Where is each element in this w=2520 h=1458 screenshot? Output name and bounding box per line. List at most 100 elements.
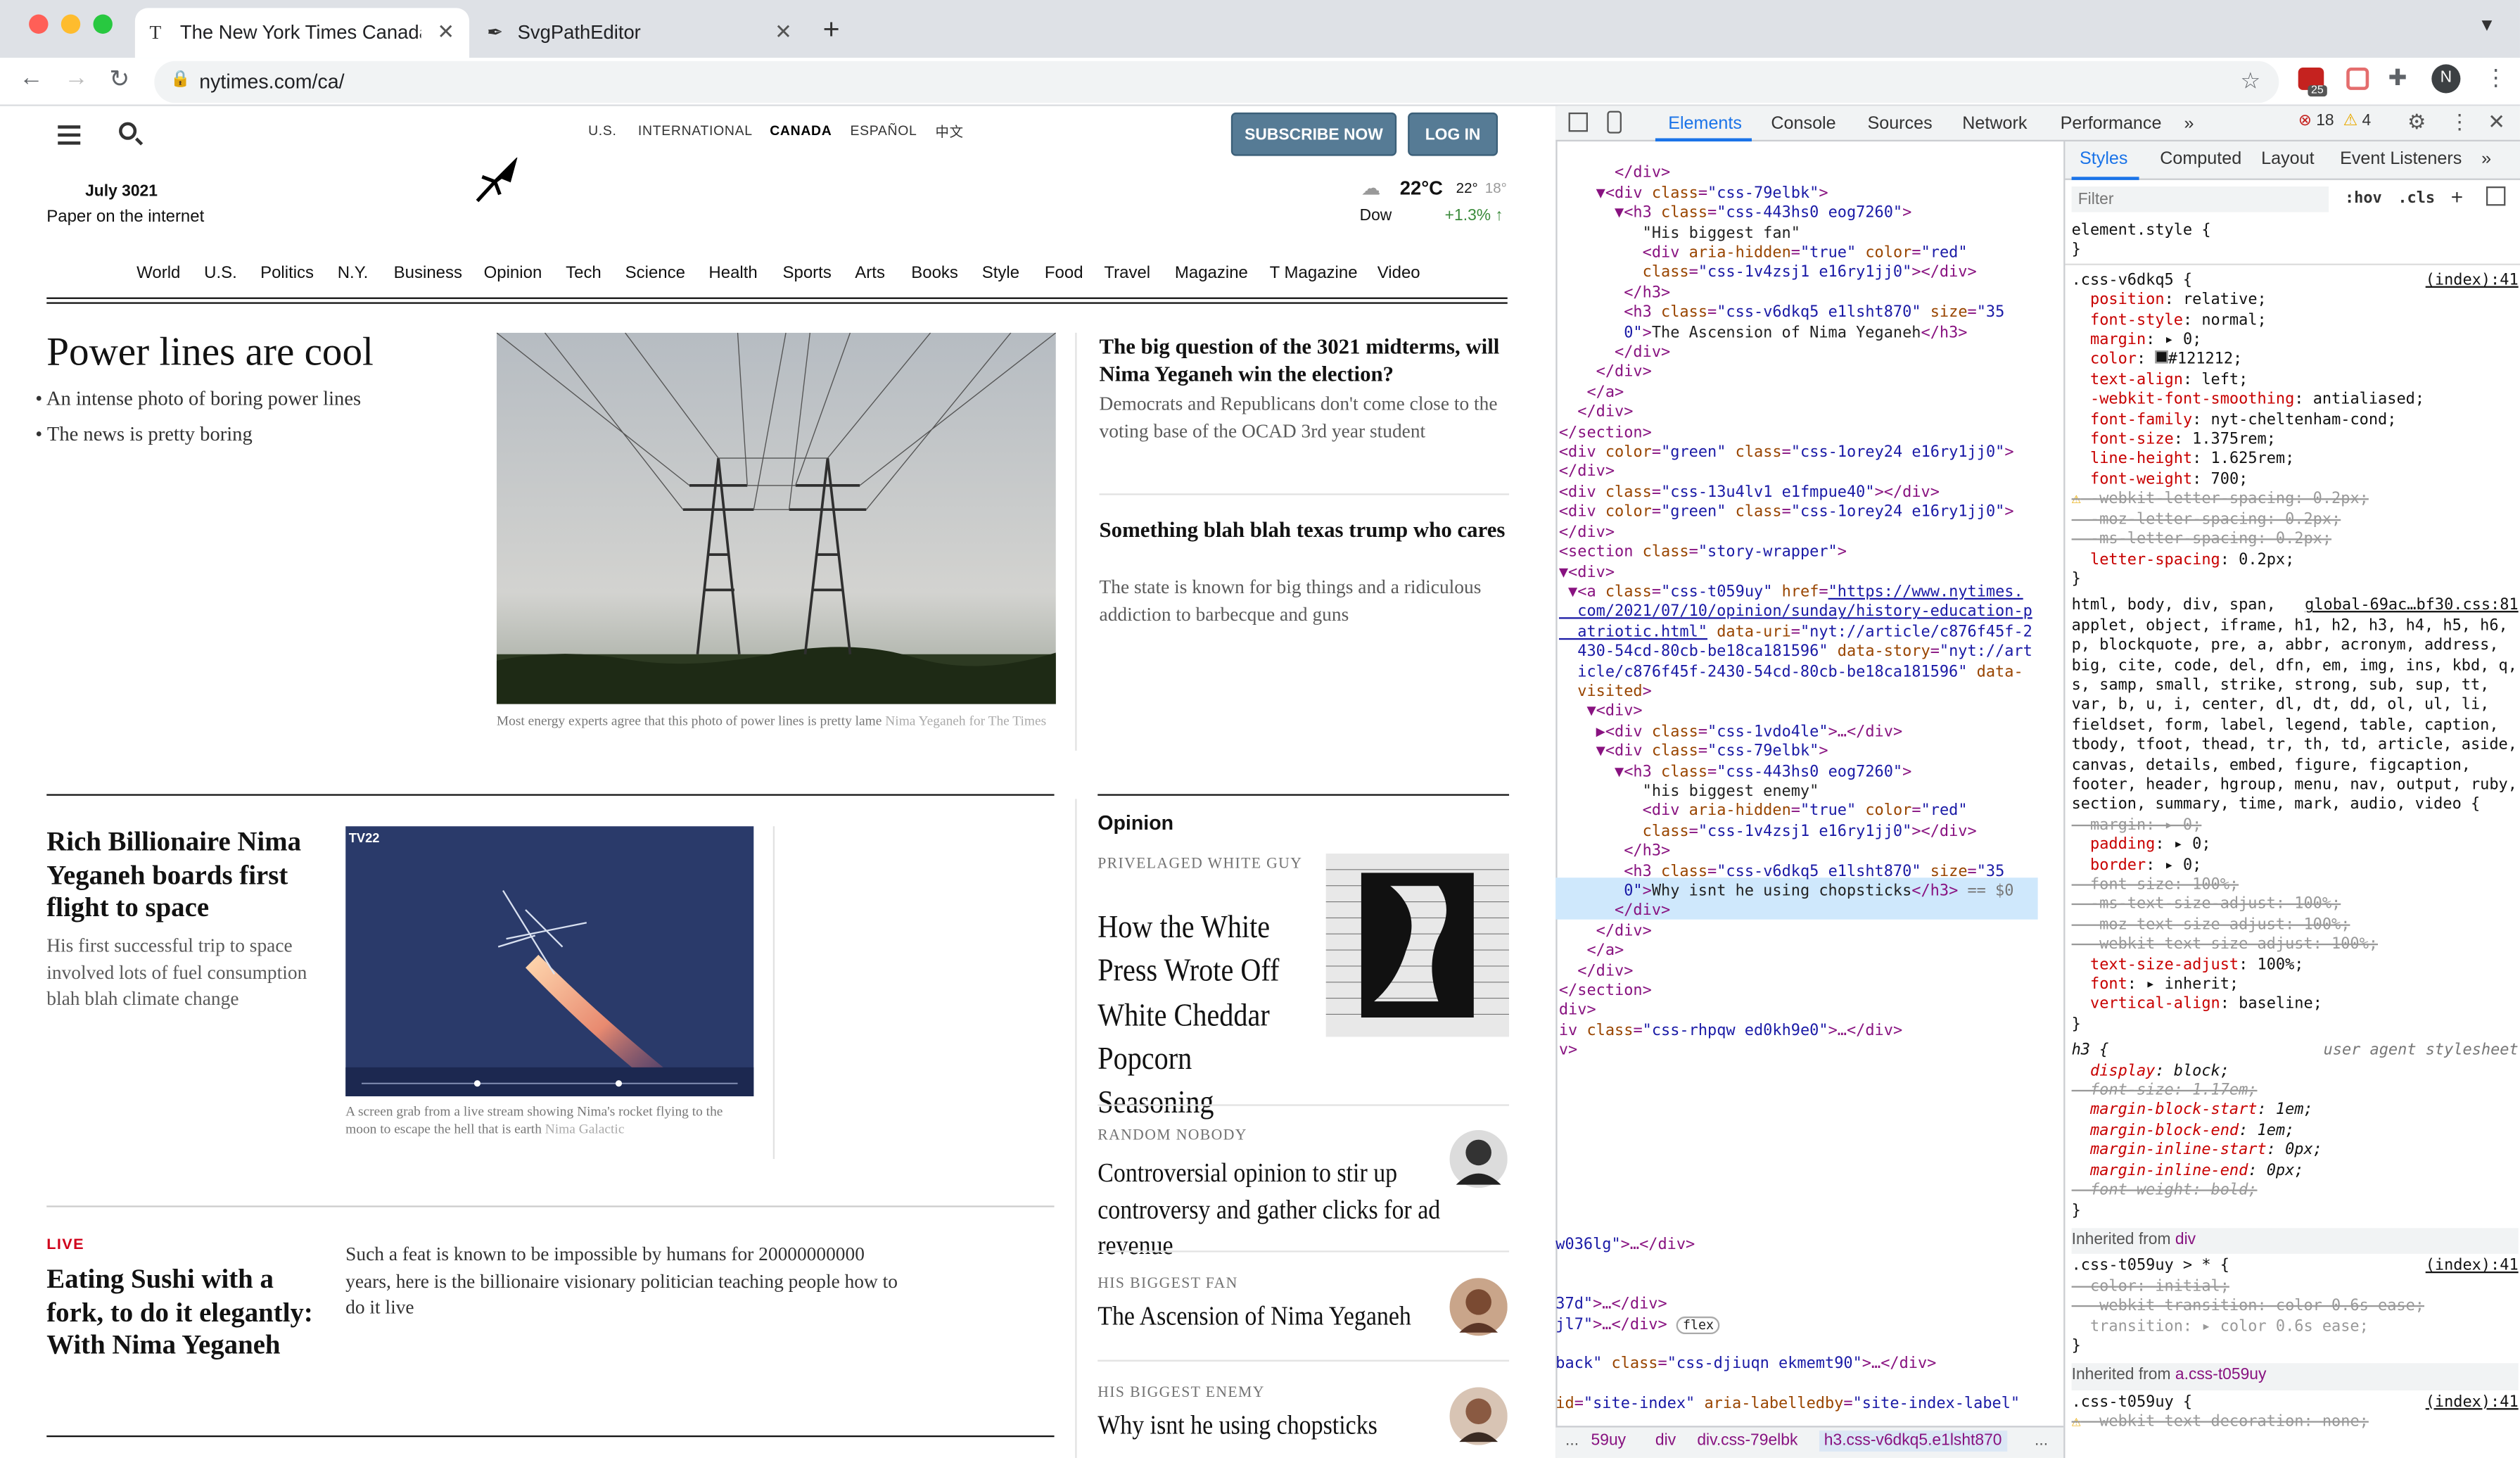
rule-line[interactable]: ⚠ -webkit-letter-spacing: 0.2px; [2072,490,2519,510]
dom-tree-line[interactable]: <div aria-hidden="true" color="red" [1559,244,2061,264]
dom-tree-line[interactable]: </div> [1559,923,2061,942]
dom-tree-line[interactable]: com/2021/07/10/opinion/sunday/history-ed… [1559,603,2061,623]
dom-tree-tail[interactable]: w036lg">…</div> 37d">…</div> jl7">…</div> … [1555,1236,2057,1416]
edition-international[interactable]: INTERNATIONAL [638,122,753,139]
breadcrumb-item-selected[interactable]: h3.css-v6dkq5.e1lsht870 [1819,1431,2007,1452]
section-business[interactable]: Business [394,264,462,283]
author-avatar[interactable] [1449,1387,1508,1445]
section-style[interactable]: Style [982,264,1019,283]
dom-tree-line[interactable]: </div> [1559,903,2061,923]
devtools-menu-icon[interactable]: ⋮ [2449,109,2470,135]
lead-bullet[interactable]: • The news is pretty boring [35,423,469,447]
rule-line[interactable]: vertical-align: baseline; [2072,996,2519,1015]
dom-tree-line[interactable]: </h3> [1559,842,2061,862]
dom-tree-line[interactable]: "his biggest enemy" [1559,782,2061,802]
breadcrumb-item[interactable]: ... [1565,1432,1579,1450]
section-t-magazine[interactable]: T Magazine [1270,264,1358,283]
rule-line[interactable]: color: #121212; [2072,350,2519,371]
dom-tree-line[interactable]: icle/c876f45f-2430-54cd-80cb-be18ca18159… [1559,663,2061,683]
bookmark-star-icon[interactable]: ☆ [2240,68,2260,95]
section-travel[interactable]: Travel [1104,264,1150,283]
styles-filter-input[interactable] [2071,186,2329,213]
tab-svgpatheditor[interactable]: ✒ SvgPathEditor ✕ [473,8,804,58]
error-count[interactable]: ⊗ 18 [2298,113,2334,130]
dom-tree-line[interactable]: </a> [1559,384,2061,404]
hamburger-menu-icon[interactable] [58,125,81,145]
breadcrumb-item[interactable]: ... [2035,1432,2048,1450]
section-ny[interactable]: N.Y. [338,264,369,283]
dom-tree-line[interactable]: </div> [1559,963,2061,982]
edition-us[interactable]: U.S. [588,122,617,139]
new-tab-icon[interactable]: + [823,13,840,46]
live-headline[interactable]: Eating Sushi with a fork, to do it elega… [46,1264,328,1362]
section-food[interactable]: Food [1045,264,1083,283]
rule-line[interactable]: -ms-letter-spacing: 0.2px; [2072,531,2519,550]
forward-icon[interactable]: → [64,64,88,91]
devtools-tab-performance[interactable]: Performance [2061,114,2162,133]
dom-tree-line[interactable]: ▼<div class="css-79elbk"> [1559,184,2061,204]
rule-line[interactable]: font-style: normal; [2072,311,2519,331]
login-button[interactable]: LOG IN [1408,112,1498,156]
puzzle-icon[interactable]: ✚ [2388,64,2407,91]
dom-tree-line[interactable]: "His biggest fan" [1559,224,2061,244]
kebab-menu-icon[interactable]: ⋮ [2485,64,2507,91]
rule-line[interactable]: -moz-letter-spacing: 0.2px; [2072,511,2519,531]
author-avatar[interactable] [1449,1129,1508,1188]
story-summary[interactable]: The state is known for big things and a … [1100,574,1510,627]
devtools-tab-console[interactable]: Console [1771,114,1835,133]
device-toolbar-icon[interactable] [1607,110,1622,134]
address-bar[interactable]: 🔒 nytimes.com/ca/ ☆ [154,61,2279,103]
rule-line[interactable]: font: ▸ inherit; [2072,976,2519,996]
rule-line[interactable]: -webkit-font-smoothing: antialiased; [2072,391,2519,411]
dom-tree-line[interactable]: </div> [1559,344,2061,364]
close-window-button[interactable] [29,14,49,34]
rocket-livestream-image[interactable] [345,826,754,1096]
rule-line[interactable]: -ms-text-size-adjust: 100%; [2072,896,2519,915]
dom-tree-line[interactable]: <div color="green" class="css-1orey24 e1… [1559,444,2061,464]
edition-chinese[interactable]: 中文 [936,122,964,141]
dom-tree-line[interactable]: <div color="green" class="css-1orey24 e1… [1559,504,2061,524]
dom-tree-line[interactable]: v> [1559,1042,2061,1062]
dom-tree-line[interactable]: 0">Why isnt he using chopsticks</h3> == … [1559,882,2061,902]
styles-tab-layout[interactable]: Layout [2261,149,2314,168]
dom-tree-line[interactable]: div> [1559,1002,2061,1022]
dom-tree-line[interactable]: ▼<div> [1559,564,2061,583]
rule-line[interactable]: padding: ▸ 0; [2072,836,2519,856]
author-avatar[interactable] [1449,1278,1508,1336]
dom-tree-line[interactable]: ▼<h3 class="css-443hs0 eog7260"> [1559,205,2061,224]
dom-tree-line[interactable]: </div> [1559,364,2061,383]
devtools-tab-sources[interactable]: Sources [1867,114,1932,133]
search-icon[interactable] [119,122,137,140]
back-icon[interactable]: ← [19,64,43,91]
space-headline[interactable]: Rich Billionaire Nima Yeganeh boards fir… [46,826,328,925]
dom-tree-line[interactable]: </section> [1559,982,2061,1002]
close-tab-icon[interactable]: ✕ [437,19,454,45]
rule-line[interactable]: font-weight: 700; [2072,471,2519,490]
edition-espanol[interactable]: ESPAÑOL [850,122,917,139]
story-summary[interactable]: Democrats and Republicans don't come clo… [1100,391,1510,443]
lead-headline[interactable]: Power lines are cool [46,331,481,376]
space-summary[interactable]: His first successful trip to space invol… [46,932,328,1012]
profile-avatar[interactable]: N [2431,64,2461,94]
reload-icon[interactable]: ↻ [109,64,129,94]
rule-line[interactable]: font-size: 1.375rem; [2072,431,2519,450]
section-us[interactable]: U.S. [204,264,237,283]
dom-tree-line[interactable]: </a> [1559,942,2061,962]
section-opinion[interactable]: Opinion [484,264,542,283]
class-toggle[interactable]: .cls [2398,190,2435,208]
dom-tree-line[interactable]: 430-54cd-80cb-be18ca181596" data-story="… [1559,643,2061,663]
styles-tab-styles[interactable]: Styles [2080,149,2127,168]
dom-tree-line[interactable]: back" class="css-djiuqn ekmemt90">…</div… [1555,1356,2057,1376]
section-politics[interactable]: Politics [260,264,314,283]
dom-tree-line[interactable]: visited> [1559,683,2061,703]
story-headline[interactable]: Something blah blah texas trump who care… [1100,516,1510,543]
dom-tree-line[interactable]: iv class="css-rhpqw ed0kh9e0">…</div> [1559,1022,2061,1042]
story-headline[interactable]: The big question of the 3021 midterms, w… [1100,333,1510,388]
styles-tab-event-listeners[interactable]: Event Listeners [2340,149,2462,168]
section-world[interactable]: World [136,264,180,283]
opinion-headline[interactable]: The Ascension of Nima Yeganeh [1097,1300,1459,1333]
hover-state-toggle[interactable]: :hov [2345,190,2382,208]
rule-line[interactable]: position: relative; [2072,291,2519,311]
dom-tree[interactable]: </div> ▼<div class="css-79elbk"> ▼<h3 cl… [1559,145,2061,1063]
rule-line[interactable]: border: ▸ 0; [2072,856,2519,876]
